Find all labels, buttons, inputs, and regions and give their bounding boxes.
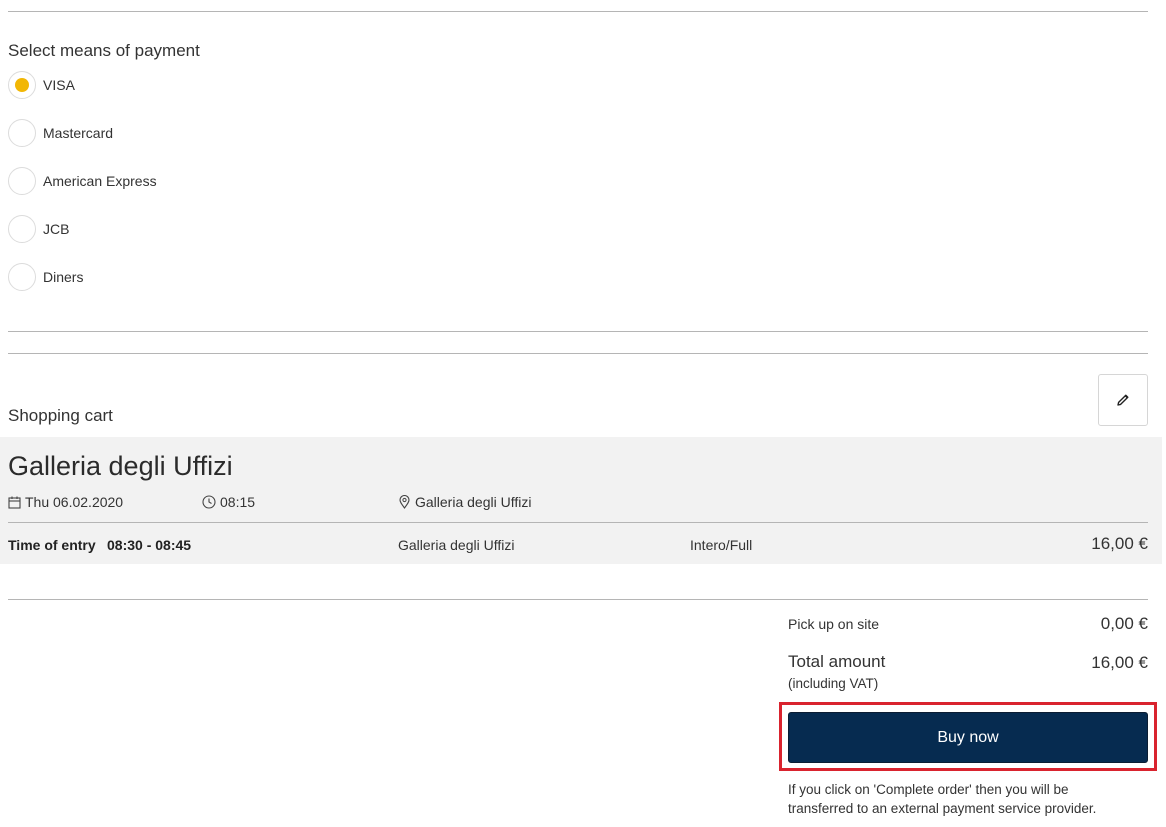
edit-cart-button[interactable] bbox=[1098, 374, 1148, 426]
pickup-price: 0,00 € bbox=[1100, 614, 1148, 633]
total-price: 16,00 € bbox=[1091, 653, 1148, 672]
divider-top bbox=[8, 11, 1148, 12]
radio-selected-dot bbox=[15, 78, 29, 92]
radio-visa[interactable] bbox=[8, 71, 36, 99]
location-pin-icon bbox=[399, 495, 410, 509]
payment-option-label: Diners bbox=[43, 269, 84, 285]
radio-mastercard[interactable] bbox=[8, 119, 36, 147]
payment-redirect-note: If you click on 'Complete order' then yo… bbox=[788, 782, 1097, 816]
payment-section-title: Select means of payment bbox=[8, 41, 200, 60]
event-date: Thu 06.02.2020 bbox=[8, 494, 123, 510]
divider-payment-bottom bbox=[8, 331, 1148, 332]
event-date-text: Thu 06.02.2020 bbox=[25, 494, 124, 510]
clock-icon bbox=[202, 495, 216, 509]
total-label: Total amount bbox=[788, 652, 886, 671]
radio-diners[interactable] bbox=[8, 263, 36, 291]
radio-jcb[interactable] bbox=[8, 215, 36, 243]
cart-title: Shopping cart bbox=[8, 406, 113, 425]
buy-now-button[interactable]: Buy now bbox=[788, 712, 1148, 763]
cart-item-divider bbox=[8, 522, 1148, 523]
payment-option-jcb[interactable]: JCB bbox=[8, 214, 69, 244]
item-venue: Galleria degli Uffizi bbox=[398, 537, 515, 553]
divider-cart-top bbox=[8, 353, 1148, 354]
event-location: Galleria degli Uffizi bbox=[398, 494, 531, 510]
payment-option-label: American Express bbox=[43, 173, 157, 189]
radio-amex[interactable] bbox=[8, 167, 36, 195]
event-location-text: Galleria degli Uffizi bbox=[415, 494, 532, 510]
payment-option-label: JCB bbox=[43, 221, 70, 237]
event-time-text: 08:15 bbox=[220, 494, 256, 510]
payment-option-diners[interactable]: Diners bbox=[8, 262, 83, 292]
item-ticket-type: Intero/Full bbox=[690, 537, 753, 553]
payment-option-label: VISA bbox=[43, 77, 75, 93]
payment-option-label: Mastercard bbox=[43, 125, 114, 141]
payment-option-visa[interactable]: VISA bbox=[8, 70, 75, 100]
event-time: 08:15 bbox=[202, 494, 255, 510]
payment-option-amex[interactable]: American Express bbox=[8, 166, 157, 196]
vat-note: (including VAT) bbox=[788, 676, 879, 691]
entry-time-value: 08:30 - 08:45 bbox=[107, 537, 192, 553]
pencil-icon bbox=[1117, 394, 1129, 406]
item-price: 16,00 € bbox=[1091, 534, 1148, 553]
pickup-label: Pick up on site bbox=[788, 616, 880, 632]
cart-item-panel: Galleria degli Uffizi Thu 06.02.2020 08:… bbox=[0, 437, 1162, 564]
entry-time-label: Time of entry bbox=[8, 537, 96, 553]
calendar-icon bbox=[8, 496, 21, 509]
payment-option-mastercard[interactable]: Mastercard bbox=[8, 118, 113, 148]
divider-summary bbox=[8, 599, 1148, 600]
event-title: Galleria degli Uffizi bbox=[8, 451, 233, 481]
